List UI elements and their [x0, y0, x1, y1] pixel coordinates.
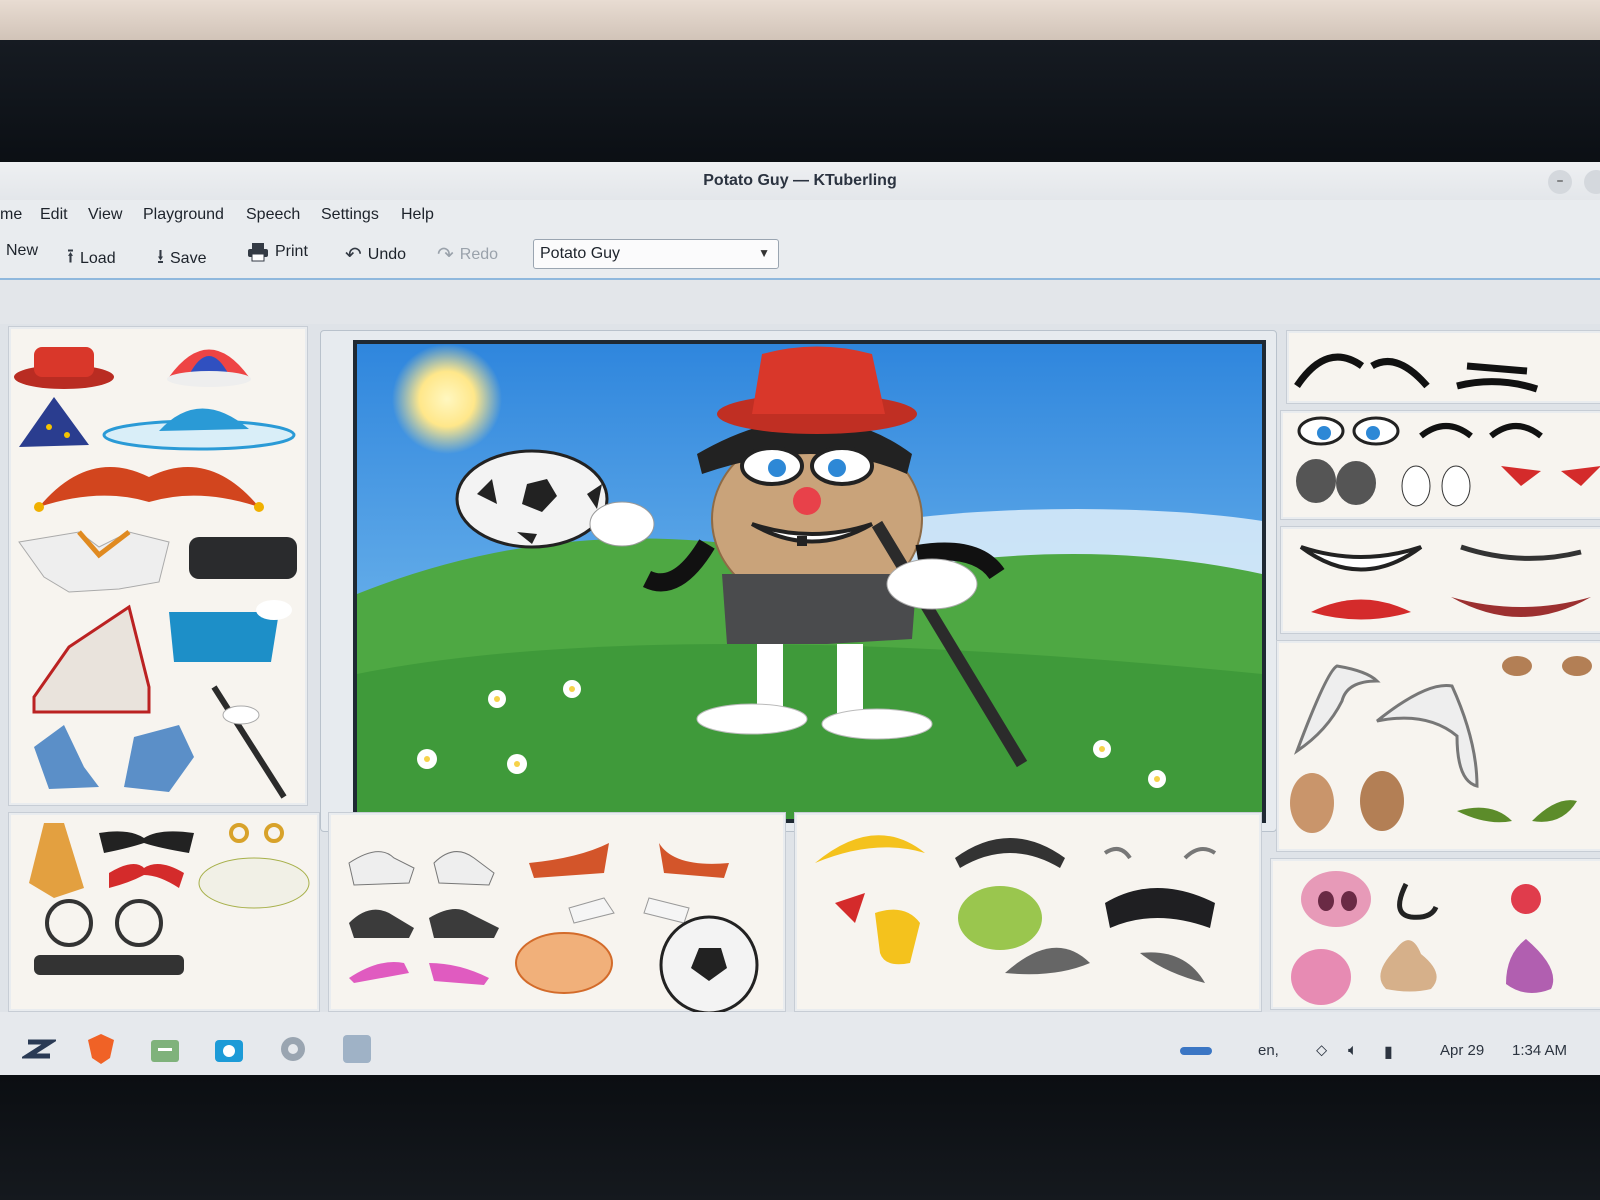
settings-icon[interactable] [276, 1032, 310, 1066]
undo-button[interactable]: ↶ Undo [345, 242, 406, 267]
accessories-panel [8, 812, 320, 1012]
ktuberling-icon[interactable] [340, 1032, 374, 1066]
soccer-ball-held[interactable] [455, 449, 609, 549]
noses-panel [1270, 858, 1600, 1010]
load-label: Load [80, 250, 116, 267]
mouths-panel [1280, 526, 1600, 634]
undo-icon: ↶ [345, 244, 362, 266]
window-title: Potato Guy — KTuberling [703, 172, 897, 189]
menu-playground[interactable]: Playground [143, 206, 224, 224]
browser-icon[interactable] [84, 1032, 118, 1066]
toolbar-spacer [0, 280, 1600, 324]
load-icon: ⭱ [67, 246, 74, 268]
ears-panel [1276, 640, 1600, 852]
sun [392, 344, 502, 454]
playground-select[interactable]: Potato Guy ▼ [533, 239, 779, 269]
menu-speech[interactable]: Speech [246, 206, 300, 224]
striped-cap-part[interactable] [167, 349, 251, 388]
blue-sunhat-part[interactable] [102, 408, 296, 451]
shoes-panel [328, 812, 786, 1013]
ears-part[interactable] [1290, 656, 1592, 833]
eyes-panel [1280, 410, 1600, 520]
screenshot-icon[interactable] [212, 1032, 246, 1066]
redo-icon: ↷ [437, 244, 454, 266]
redo-label: Redo [459, 245, 499, 263]
shoes-part[interactable] [348, 843, 759, 1013]
blue-skirt-part[interactable] [169, 600, 292, 662]
hair-part[interactable] [815, 835, 1217, 983]
save-icon: ⭳ [157, 246, 164, 268]
print-icon [248, 243, 268, 262]
menu-edit[interactable]: Edit [40, 206, 68, 224]
pager-indicator[interactable] [1180, 1047, 1212, 1055]
wifi-icon[interactable]: ⬦ [1316, 1042, 1327, 1060]
red-bowler-hat-part[interactable] [14, 347, 114, 389]
menu-view[interactable]: View [88, 206, 122, 224]
date[interactable]: Apr 29 [1440, 1042, 1484, 1059]
app-launcher-icon[interactable] [22, 1032, 56, 1066]
hair-panel [794, 812, 1262, 1012]
menu-settings[interactable]: Settings [321, 206, 379, 224]
title-bar: Potato Guy — KTuberling – [0, 162, 1600, 202]
menu-help[interactable]: Help [401, 206, 434, 224]
print-label: Print [275, 243, 308, 260]
undo-label: Undo [367, 245, 407, 263]
print-button[interactable]: Print [247, 242, 308, 262]
time[interactable]: 1:34 AM [1512, 1042, 1567, 1059]
minimize-button[interactable]: – [1548, 170, 1572, 194]
monitor-bezel-top [0, 40, 1600, 165]
black-shorts-part[interactable] [189, 537, 297, 579]
playground-select-value: Potato Guy [540, 245, 621, 262]
eyebrows-part[interactable] [1294, 353, 1539, 393]
screen: Potato Guy — KTuberling – me Edit View P… [0, 162, 1600, 1097]
accessories-part[interactable] [29, 823, 310, 975]
cane-part[interactable] [211, 685, 287, 799]
keyboard-layout[interactable]: en, [1258, 1042, 1279, 1059]
file-manager-icon[interactable] [148, 1032, 182, 1066]
chevron-down-icon: ▼ [758, 246, 770, 260]
white-dress-part[interactable] [32, 604, 151, 714]
jester-hat-part[interactable] [34, 467, 264, 512]
load-button[interactable]: ⭱ Load [67, 242, 116, 276]
playground-canvas[interactable] [353, 340, 1266, 823]
redo-button[interactable]: ↷ Redo [437, 242, 498, 267]
left-parts-panel [8, 326, 308, 806]
new-button[interactable]: New [6, 242, 38, 260]
menu-bar: me Edit View Playground Speech Settings … [0, 200, 1600, 230]
battery-icon[interactable]: ▮ [1384, 1042, 1393, 1062]
new-label: New [6, 242, 39, 259]
mouths-part[interactable] [1299, 544, 1591, 620]
maximize-button[interactable] [1584, 170, 1600, 194]
monitor-bezel-bottom [0, 1075, 1600, 1200]
save-button[interactable]: ⭳ Save [157, 242, 206, 276]
blue-jacket-part[interactable] [34, 725, 194, 792]
save-label: Save [170, 250, 207, 267]
white-shirt-part[interactable] [18, 530, 170, 593]
eyebrows-panel [1286, 330, 1600, 404]
toolbar: New ⭱ Load ⭳ Save Print ↶ Undo ↷ Redo Po… [0, 230, 1600, 280]
eyes-part[interactable] [1296, 416, 1600, 507]
menu-game[interactable]: me [0, 206, 22, 224]
volume-icon[interactable]: 🔈︎ [1348, 1042, 1358, 1060]
noses-part[interactable] [1291, 871, 1554, 1005]
wizard-hat-part[interactable] [19, 397, 89, 447]
